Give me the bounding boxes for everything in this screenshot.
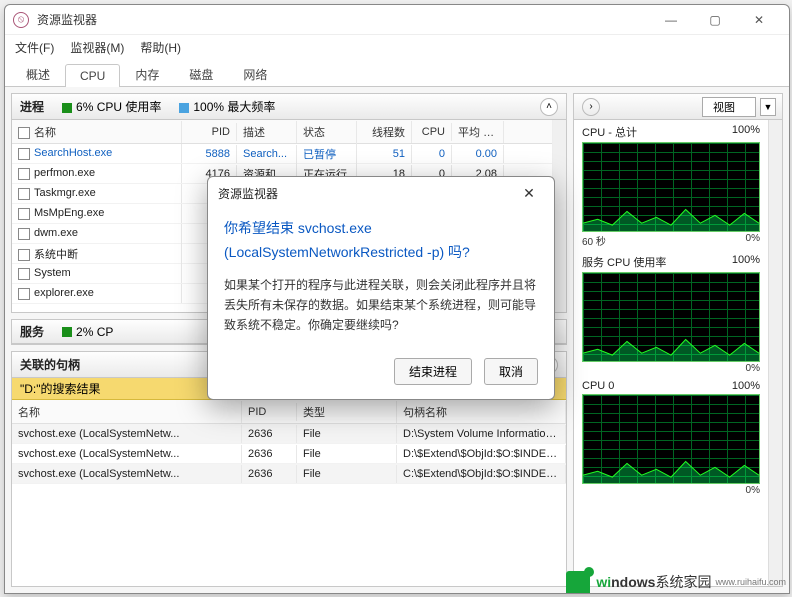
sidebar-header: › 视图 ▼ [574, 94, 782, 120]
right-sidebar: › 视图 ▼ CPU - 总计 100% 60 秒 0% 服务 CPU 使用率 100% 0… [573, 93, 783, 587]
dialog-close-icon[interactable]: ✕ [514, 179, 544, 207]
collapse-icon[interactable]: ˄ [540, 98, 558, 116]
processes-header[interactable]: 进程 6% CPU 使用率 100% 最大频率 ˄ [12, 94, 566, 120]
dialog-body-text: 如果某个打开的程序与此进程关联，则会关闭此程序并且将丢失所有未保存的数据。如果结… [224, 275, 538, 336]
chart-title: 服务 CPU 使用率 [582, 254, 666, 270]
chart-canvas [582, 272, 760, 362]
checkbox-icon[interactable] [18, 228, 30, 240]
minimize-button[interactable]: — [649, 6, 693, 34]
dialog-title: 资源监视器 [218, 185, 278, 202]
table-row[interactable]: svchost.exe (LocalSystemNetw...2636FileD… [12, 424, 566, 444]
watermark: windows系统家园 www.ruihaifu.com [566, 571, 786, 593]
services-cpu-indicator: 2% CP [62, 325, 113, 339]
chart-canvas [582, 142, 760, 232]
max-freq-indicator: 100% 最大频率 [179, 98, 275, 115]
confirm-dialog: 资源监视器 ✕ 你希望结束 svchost.exe (LocalSystemNe… [207, 176, 555, 400]
handles-title: 关联的句柄 [20, 356, 80, 373]
table-row[interactable]: SearchHost.exe5888Search...已暂停5100.00 [12, 144, 552, 164]
checkbox-icon[interactable] [18, 208, 30, 220]
tab-disk[interactable]: 磁盘 [174, 61, 228, 87]
dialog-titlebar[interactable]: 资源监视器 ✕ [208, 177, 554, 209]
menu-help[interactable]: 帮助(H) [140, 39, 181, 56]
tabstrip: 概述 CPU 内存 磁盘 网络 [5, 59, 789, 87]
sidebar-collapse-icon[interactable]: › [582, 98, 600, 116]
processes-columns[interactable]: 名称 PID 描述 状态 线程数 CPU 平均 C... [12, 120, 552, 144]
chart-max: 100% [732, 380, 760, 392]
window-title: 资源监视器 [37, 11, 649, 28]
chart-block: 服务 CPU 使用率 100% 0% [574, 250, 768, 376]
chart-title: CPU - 总计 [582, 124, 637, 140]
titlebar[interactable]: ⦸ 资源监视器 — ▢ ✕ [5, 5, 789, 35]
chart-max: 100% [732, 124, 760, 140]
tab-overview[interactable]: 概述 [11, 61, 65, 87]
menu-monitor[interactable]: 监视器(M) [70, 39, 124, 56]
maximize-button[interactable]: ▢ [693, 6, 737, 34]
dialog-heading: 你希望结束 svchost.exe (LocalSystemNetworkRes… [224, 217, 538, 265]
tab-memory[interactable]: 内存 [120, 61, 174, 87]
tab-network[interactable]: 网络 [228, 61, 282, 87]
app-icon: ⦸ [13, 12, 29, 28]
chart-foot-right: 0% [746, 233, 760, 248]
checkbox-icon[interactable] [18, 268, 30, 280]
services-title: 服务 [20, 323, 44, 340]
handles-grid: 名称 PID 类型 句柄名称 svchost.exe (LocalSystemN… [12, 400, 566, 484]
checkbox-icon[interactable] [18, 188, 30, 200]
view-dropdown-icon[interactable]: ▼ [760, 98, 776, 116]
watermark-logo-icon [566, 571, 590, 593]
table-row[interactable]: svchost.exe (LocalSystemNetw...2636FileD… [12, 444, 566, 464]
table-row[interactable]: svchost.exe (LocalSystemNetw...2636FileC… [12, 464, 566, 484]
chart-title: CPU 0 [582, 380, 614, 392]
close-button[interactable]: ✕ [737, 6, 781, 34]
chart-max: 100% [732, 254, 760, 270]
checkbox-icon[interactable] [18, 168, 30, 180]
chart-foot-right: 0% [746, 485, 760, 496]
checkbox-icon[interactable] [18, 288, 30, 300]
cpu-usage-indicator: 6% CPU 使用率 [62, 98, 161, 115]
handles-columns[interactable]: 名称 PID 类型 句柄名称 [12, 400, 566, 424]
cancel-button[interactable]: 取消 [484, 358, 538, 385]
tab-cpu[interactable]: CPU [65, 64, 120, 87]
chart-foot-left: 60 秒 [582, 233, 606, 248]
checkbox-icon[interactable] [18, 249, 30, 261]
view-selector[interactable]: 视图 [702, 97, 756, 117]
chart-canvas [582, 394, 760, 484]
chart-block: CPU - 总计 100% 60 秒 0% [574, 120, 768, 250]
processes-title: 进程 [20, 98, 44, 115]
end-process-button[interactable]: 结束进程 [394, 358, 472, 385]
menubar: 文件(F) 监视器(M) 帮助(H) [5, 35, 789, 59]
sidebar-scrollbar[interactable] [768, 120, 782, 586]
chart-block: CPU 0 100% 0% [574, 376, 768, 498]
checkbox-icon[interactable] [18, 148, 30, 160]
checkbox-icon[interactable] [18, 127, 30, 139]
chart-foot-right: 0% [746, 363, 760, 374]
menu-file[interactable]: 文件(F) [15, 39, 54, 56]
